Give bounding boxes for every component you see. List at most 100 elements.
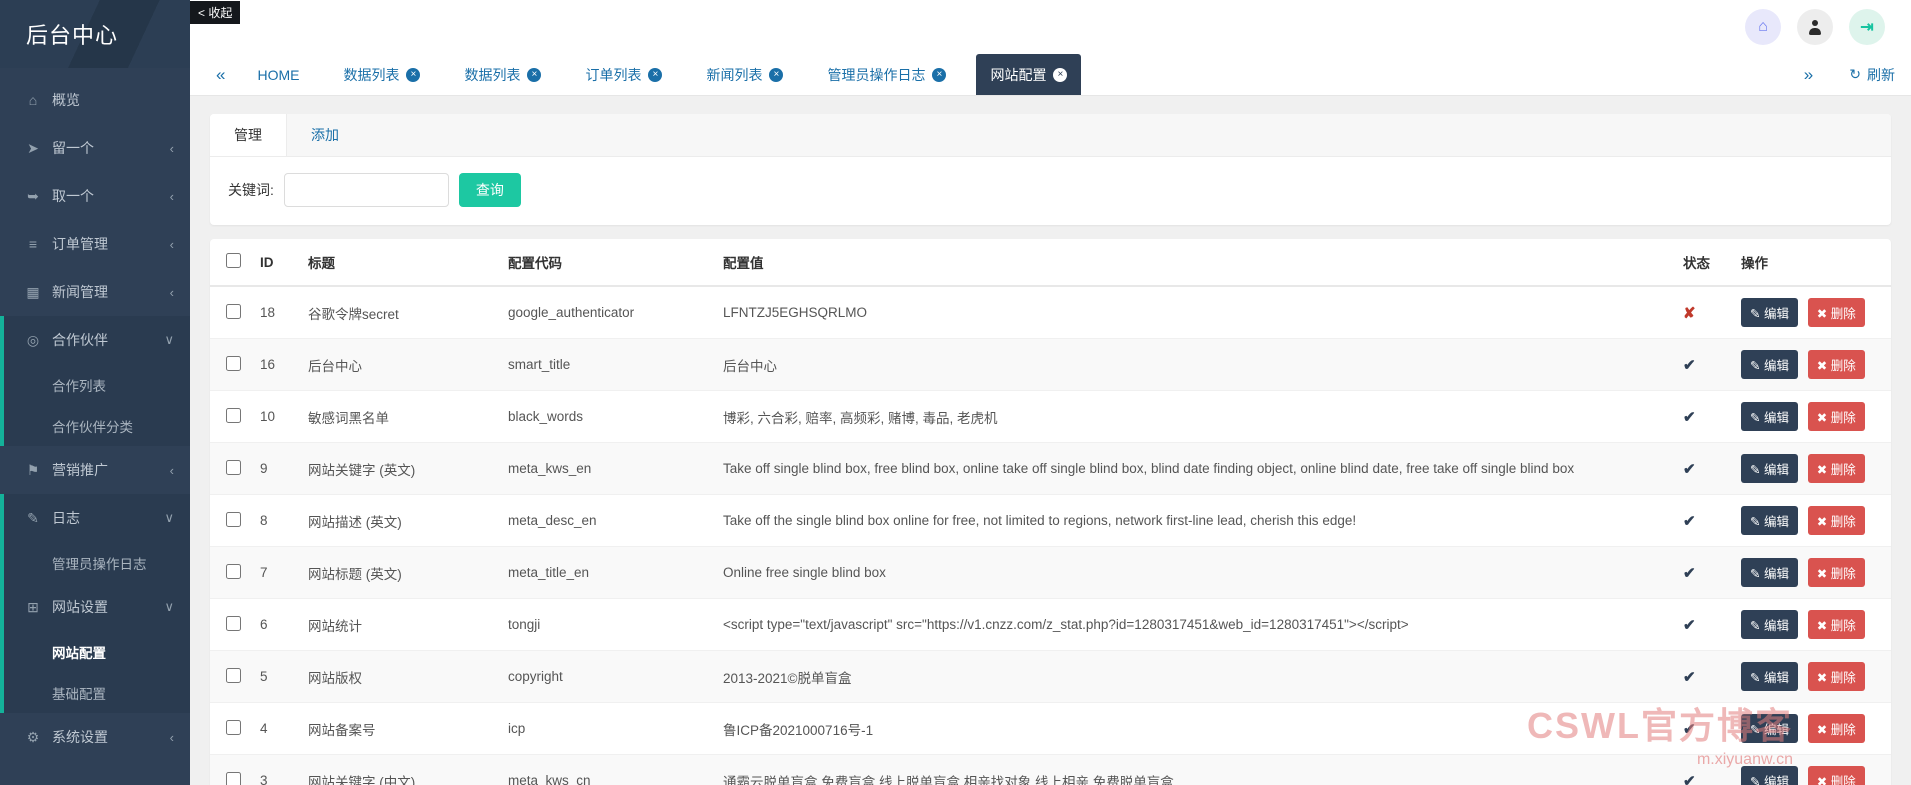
tab-close-icon[interactable]: × (406, 67, 421, 82)
status-enabled-icon: ✔ (1683, 668, 1696, 686)
delete-button[interactable]: ✖ 删除 (1807, 454, 1865, 483)
tab[interactable]: 管理员操作日志 × (813, 54, 960, 95)
sidebar-item[interactable]: ⚙ 系统设置 ‹ (0, 713, 190, 761)
sidebar-collapse-button[interactable]: < 收起 (190, 1, 241, 24)
delete-button[interactable]: ✖ 删除 (1807, 298, 1865, 327)
tab-label: 数据列表 (464, 66, 521, 83)
trash-icon: ✖ (1816, 359, 1828, 373)
sidebar-item[interactable]: ≡ 订单管理 ‹ (0, 220, 190, 268)
edit-button[interactable]: ✎ 编辑 (1741, 506, 1798, 535)
delete-button[interactable]: ✖ 删除 (1807, 558, 1865, 587)
sidebar-item-label: 新闻管理 (52, 284, 108, 300)
row-checkbox[interactable] (226, 511, 241, 527)
edit-button[interactable]: ✎ 编辑 (1741, 454, 1798, 483)
keyword-input[interactable] (283, 173, 449, 207)
home-button[interactable]: ⌂ (1745, 9, 1781, 45)
sidebar-item-label: 合作伙伴 (52, 332, 108, 348)
sidebar-item[interactable]: ⚑ 营销推广 ‹ (0, 446, 190, 494)
user-button[interactable] (1797, 9, 1833, 45)
cell-code: meta_kws_en (500, 442, 715, 495)
edit-button[interactable]: ✎ 编辑 (1741, 662, 1798, 691)
topbar: ⌂ ⇥ (190, 0, 1911, 54)
sidebar-item[interactable]: ⌂ 概览 (0, 76, 190, 124)
sidebar-item-label: 合作列表 (52, 378, 106, 394)
edit-button[interactable]: ✎ 编辑 (1741, 298, 1798, 327)
sidebar-item[interactable]: 合作列表 (0, 364, 190, 405)
sidebar-item[interactable]: 合作伙伴分类 (0, 405, 190, 446)
row-checkbox[interactable] (226, 667, 241, 683)
trash-icon: ✖ (1816, 619, 1828, 633)
tabs-scroll-right-button[interactable]: » (1794, 65, 1823, 85)
tab[interactable]: HOME (243, 54, 313, 95)
edit-button-label: 编辑 (1763, 359, 1789, 373)
row-checkbox[interactable] (226, 407, 241, 423)
sidebar-item[interactable]: 网站配置 (0, 631, 190, 672)
delete-button[interactable]: ✖ 删除 (1807, 714, 1865, 743)
sidebar-item[interactable]: 管理员操作日志 (0, 542, 190, 583)
news-icon: ▦ (26, 283, 40, 300)
edit-icon: ✎ (1750, 671, 1761, 685)
edit-icon: ✎ (1750, 411, 1761, 425)
tab[interactable]: 数据列表 × (450, 54, 555, 95)
row-checkbox[interactable] (226, 771, 241, 785)
table-row: 16 后台中心 smart_title 后台中心 ✔ ✎ 编辑 ✖ 删除 (210, 338, 1891, 391)
tab-label: HOME (257, 66, 300, 83)
chevron-icon: ‹ (169, 284, 174, 300)
tabs-scroll-left-button[interactable]: « (206, 54, 235, 95)
status-enabled-icon: ✔ (1683, 564, 1696, 582)
tab[interactable]: 网站配置 × (976, 54, 1082, 95)
row-checkbox[interactable] (226, 459, 241, 475)
select-all-checkbox[interactable] (226, 253, 241, 268)
delete-button[interactable]: ✖ 删除 (1807, 662, 1865, 691)
tab[interactable]: 新闻列表 × (692, 54, 797, 95)
logout-button[interactable]: ⇥ (1849, 9, 1885, 45)
sidebar-item-label: 日志 (52, 510, 80, 526)
edit-button[interactable]: ✎ 编辑 (1741, 610, 1798, 639)
query-button[interactable]: 查询 (458, 173, 521, 207)
edit-button[interactable]: ✎ 编辑 (1741, 402, 1798, 431)
sidebar-item[interactable]: 基础配置 (0, 672, 190, 713)
table-row: 9 网站关键字 (英文) meta_kws_en Take off single… (210, 442, 1891, 495)
sidebar-item[interactable]: ✎ 日志 ∨ (0, 494, 190, 542)
sidebar-item[interactable]: ➥ 取一个 ‹ (0, 172, 190, 220)
tab-close-icon[interactable]: × (1053, 67, 1068, 82)
delete-button[interactable]: ✖ 删除 (1807, 350, 1865, 379)
edit-button[interactable]: ✎ 编辑 (1741, 766, 1798, 785)
row-checkbox[interactable] (226, 303, 241, 319)
tab-label: 新闻列表 (706, 66, 763, 83)
tab-close-icon[interactable]: × (527, 67, 542, 82)
edit-button[interactable]: ✎ 编辑 (1741, 714, 1798, 743)
col-actions-header: 操作 (1733, 239, 1891, 287)
row-checkbox[interactable] (226, 563, 241, 579)
send-icon: ➤ (27, 139, 39, 156)
delete-button-label: 删除 (1830, 723, 1856, 737)
sidebar-item[interactable]: ➤ 留一个 ‹ (0, 124, 190, 172)
delete-button[interactable]: ✖ 删除 (1807, 506, 1865, 535)
tab-close-icon[interactable]: × (932, 67, 947, 82)
cell-title: 网站版权 (300, 650, 500, 703)
row-checkbox[interactable] (226, 719, 241, 735)
sidebar-item[interactable]: ⊞ 网站设置 ∨ (0, 583, 190, 631)
delete-button[interactable]: ✖ 删除 (1807, 766, 1865, 785)
sidebar-item[interactable]: ◎ 合作伙伴 ∨ (0, 316, 190, 364)
sidebar-menu: ⌂ 概览 ➤ 留一个 ‹ ➥ 取一个 ‹ ≡ 订单管理 ‹ ▦ 新闻管理 ‹ ◎… (0, 68, 190, 761)
tab-add[interactable]: 添加 (287, 114, 363, 156)
edit-button[interactable]: ✎ 编辑 (1741, 558, 1798, 587)
tab-close-icon[interactable]: × (648, 67, 663, 82)
sidebar-item[interactable]: ▦ 新闻管理 ‹ (0, 268, 190, 316)
tab[interactable]: 订单列表 × (571, 54, 676, 95)
edit-button[interactable]: ✎ 编辑 (1741, 350, 1798, 379)
row-checkbox[interactable] (226, 615, 241, 631)
delete-button[interactable]: ✖ 删除 (1807, 610, 1865, 639)
tab-close-icon[interactable]: × (769, 67, 784, 82)
partners-icon: ◎ (26, 331, 40, 348)
tab[interactable]: 数据列表 × (329, 54, 434, 95)
cell-value: 后台中心 (715, 338, 1675, 391)
row-checkbox[interactable] (226, 355, 241, 371)
tab-manage[interactable]: 管理 (210, 114, 287, 156)
cell-title: 网站关键字 (英文) (300, 442, 500, 495)
delete-button[interactable]: ✖ 删除 (1807, 402, 1865, 431)
sidebar-item-label: 网站配置 (52, 645, 106, 661)
refresh-button[interactable]: ↻ 刷新 (1849, 65, 1895, 85)
orders-icon: ≡ (28, 236, 38, 252)
